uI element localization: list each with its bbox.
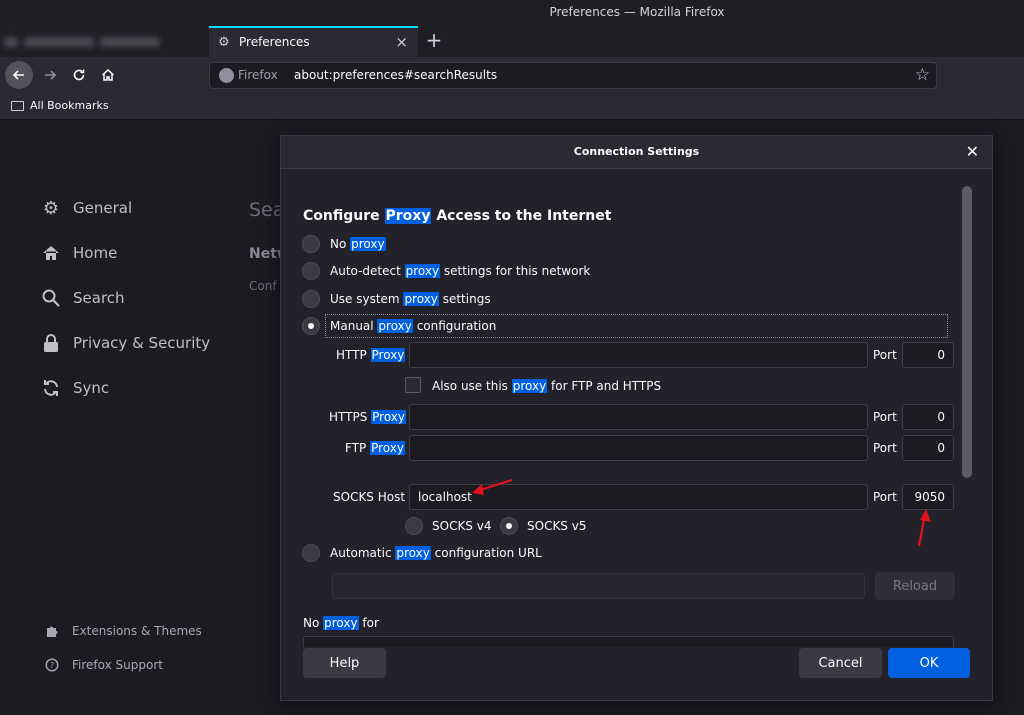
https-port-label: Port [873, 410, 897, 424]
no-proxy-label: No proxy [330, 237, 386, 251]
back-arrow-icon [12, 70, 24, 80]
reload-button[interactable] [65, 61, 93, 89]
tab-preferences[interactable]: ⚙ Preferences × [209, 26, 418, 57]
connection-settings-dialog: Connection Settings ✕ Configure Proxy Ac… [280, 135, 993, 701]
reload-button[interactable]: Reload [875, 572, 955, 600]
http-port-label: Port [873, 348, 897, 362]
reload-icon [73, 69, 85, 81]
new-tab-button[interactable]: + [424, 28, 444, 52]
firefox-icon [219, 68, 234, 83]
annotation-arrow-icon [472, 478, 513, 495]
also-use-proxy-checkbox[interactable] [405, 377, 421, 393]
sidebar-footer-label: Firefox Support [72, 658, 163, 672]
gear-icon: ⚙ [42, 197, 60, 219]
http-proxy-label: HTTP Proxy [336, 348, 406, 362]
url-bar[interactable]: Firefox about:preferences#searchResults … [209, 62, 937, 89]
nav-bar: Firefox about:preferences#searchResults … [0, 57, 1024, 93]
dialog-scrollbar[interactable] [962, 186, 972, 478]
blurred-tab[interactable] [4, 32, 200, 50]
http-proxy-input[interactable] [409, 342, 868, 368]
help-button[interactable]: Help [303, 648, 386, 678]
ftp-proxy-label: FTP Proxy [345, 441, 405, 455]
sync-icon [40, 377, 62, 399]
https-proxy-label: HTTPS Proxy [329, 410, 407, 424]
socks-v4-radio[interactable] [405, 517, 423, 535]
home-icon [40, 242, 62, 264]
title-bar: Preferences — Mozilla Firefox ⚙ Preferen… [0, 0, 1024, 57]
home-icon [101, 68, 115, 81]
sidebar-footer-label: Extensions & Themes [72, 624, 202, 638]
cancel-button[interactable]: Cancel [799, 648, 882, 678]
sidebar-item-label: Home [73, 244, 118, 262]
socks-port-label: Port [873, 490, 897, 504]
sidebar-item-search[interactable]: Search [40, 287, 125, 309]
system-proxy-radio[interactable] [302, 290, 320, 308]
system-proxy-label: Use system proxy settings [330, 292, 491, 306]
folder-icon [11, 101, 24, 111]
ftp-proxy-input[interactable] [409, 435, 868, 461]
identity-label: Firefox [238, 68, 278, 82]
ftp-port-label: Port [873, 441, 897, 455]
socks-v5-radio[interactable] [500, 517, 518, 535]
sidebar-item-label: Sync [73, 379, 110, 397]
manual-proxy-radio[interactable] [302, 317, 320, 335]
bookmarks-bar: All Bookmarks [0, 93, 1024, 120]
all-bookmarks-link[interactable]: All Bookmarks [30, 99, 109, 112]
auto-url-radio[interactable] [302, 544, 320, 562]
dialog-header: Connection Settings ✕ [281, 136, 992, 169]
https-proxy-input[interactable] [409, 404, 868, 430]
socks-v5-label: SOCKS v5 [527, 519, 587, 533]
puzzle-icon [44, 623, 60, 639]
bookmark-star-icon[interactable]: ☆ [915, 65, 930, 85]
forward-button[interactable] [36, 61, 64, 89]
no-proxy-for-textarea[interactable] [303, 636, 954, 647]
window-title: Preferences — Mozilla Firefox [549, 5, 725, 19]
sidebar-item-general[interactable]: ⚙ General [40, 197, 132, 219]
tab-label: Preferences [239, 35, 310, 49]
gear-icon: ⚙ [218, 35, 230, 50]
sidebar-item-sync[interactable]: Sync [40, 377, 109, 399]
dialog-title: Connection Settings [573, 145, 700, 158]
sidebar-item-label: Search [73, 289, 125, 307]
back-button[interactable] [5, 61, 33, 89]
no-proxy-radio[interactable] [302, 235, 320, 253]
annotation-arrow-icon [917, 509, 931, 547]
section-text: Conf [249, 279, 277, 293]
forward-arrow-icon [45, 70, 57, 80]
sidebar-item-privacy[interactable]: Privacy & Security [40, 332, 210, 354]
svg-text:?: ? [50, 661, 54, 670]
lock-icon [40, 332, 62, 354]
proxy-heading: Configure Proxy Access to the Internet [303, 208, 612, 224]
auto-url-input[interactable] [332, 573, 865, 599]
close-icon[interactable]: ✕ [966, 142, 979, 161]
auto-detect-radio[interactable] [302, 262, 320, 280]
socks-host-label: SOCKS Host [333, 490, 406, 504]
auto-detect-label: Auto-detect proxy settings for this netw… [330, 264, 591, 278]
auto-url-label: Automatic proxy configuration URL [330, 546, 542, 560]
manual-proxy-label: Manual proxy configuration [330, 319, 497, 333]
no-proxy-for-label: No proxy for [303, 616, 379, 630]
help-icon: ? [44, 657, 60, 673]
home-button[interactable] [94, 61, 122, 89]
close-tab-icon[interactable]: × [395, 33, 408, 51]
search-icon [40, 287, 62, 309]
sidebar-item-label: General [73, 199, 133, 217]
ftp-port-input[interactable]: 0 [902, 435, 954, 461]
sidebar-item-label: Privacy & Security [73, 334, 211, 352]
sidebar-item-home[interactable]: Home [40, 242, 117, 264]
also-use-proxy-label: Also use this proxy for FTP and HTTPS [432, 379, 662, 393]
sidebar-item-extensions[interactable]: Extensions & Themes [44, 623, 202, 639]
ok-button[interactable]: OK [888, 648, 970, 678]
sidebar-item-support[interactable]: ? Firefox Support [44, 657, 163, 673]
socks-v4-label: SOCKS v4 [432, 519, 492, 533]
http-port-input[interactable]: 0 [902, 342, 954, 368]
https-port-input[interactable]: 0 [902, 404, 954, 430]
url-text[interactable]: about:preferences#searchResults [294, 68, 497, 82]
